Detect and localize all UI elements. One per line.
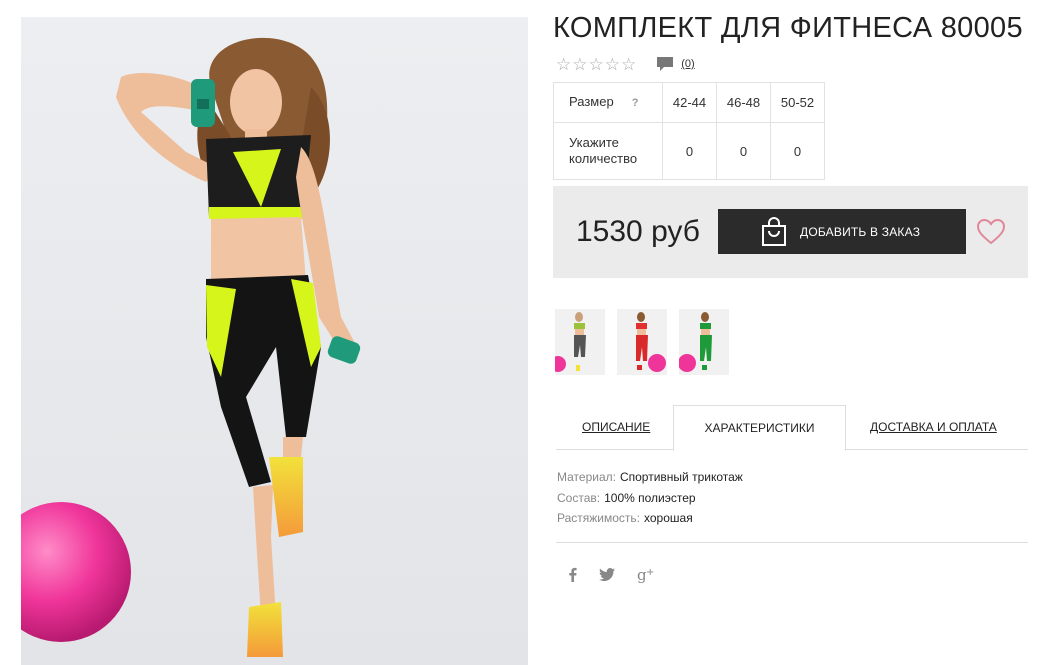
tab-delivery-payment[interactable]: ДОСТАВКА И ОПЛАТА [870, 405, 997, 450]
product-main-image[interactable] [21, 17, 528, 665]
star-icon[interactable]: ☆ [572, 56, 587, 73]
spec-key: Состав: [557, 490, 601, 505]
quantity-input[interactable]: 0 [716, 122, 771, 180]
size-option: 42-44 [662, 82, 717, 123]
heart-icon[interactable] [977, 219, 1005, 245]
tab-description[interactable]: ОПИСАНИЕ [582, 405, 650, 450]
size-label: Размер [569, 94, 614, 109]
model-photo-illustration [21, 37, 361, 657]
thumbnail-image [617, 309, 667, 375]
specs-list: Материал: Спортивный трикотаж Состав: 100%… [557, 467, 743, 529]
spec-row: Состав: 100% полиэстер [557, 488, 743, 509]
thumbnail-gallery [555, 309, 729, 375]
rating-stars[interactable]: ☆ ☆ ☆ ☆ ☆ [556, 56, 636, 73]
size-quantity-table: Размер? 42-44 46-48 50-52 Укажите количе… [553, 82, 825, 180]
size-option: 50-52 [770, 82, 825, 123]
size-help-icon[interactable]: ? [632, 95, 639, 111]
quantity-row: Укажите количество 0 0 0 [553, 122, 825, 180]
product-tabs: ОПИСАНИЕ ХАРАКТЕРИСТИКИ ДОСТАВКА И ОПЛАТ… [556, 405, 1028, 451]
star-icon[interactable]: ☆ [621, 56, 636, 73]
spec-row: Растяжимость: хорошая [557, 508, 743, 529]
star-icon[interactable]: ☆ [556, 56, 571, 73]
shopping-bag-icon [762, 216, 786, 246]
svg-text:+: + [646, 567, 654, 578]
thumbnail-image [679, 309, 729, 375]
spec-key: Материал: [557, 470, 616, 484]
spec-value: Спортивный трикотаж [619, 470, 743, 484]
social-share-bar: g + [569, 566, 655, 583]
divider [556, 542, 1028, 543]
comment-icon [657, 57, 674, 71]
spec-key: Растяжимость: [557, 511, 641, 525]
quantity-input[interactable]: 0 [662, 122, 717, 180]
rating-row: ☆ ☆ ☆ ☆ ☆ (0) [556, 54, 695, 74]
spec-value: хорошая [644, 511, 693, 525]
add-to-order-label: ДОБАВИТЬ В ЗАКАЗ [800, 224, 921, 239]
quantity-input[interactable]: 0 [770, 122, 825, 180]
star-icon[interactable]: ☆ [605, 56, 620, 73]
star-icon[interactable]: ☆ [589, 56, 604, 73]
thumbnail-red-variant[interactable] [617, 309, 667, 375]
size-option: 46-48 [716, 82, 771, 123]
product-title: КОМПЛЕКТ ДЛЯ ФИТНЕСА 80005 [553, 12, 1023, 44]
buy-box: 1530 руб ДОБАВИТЬ В ЗАКАЗ [553, 186, 1028, 278]
spec-row: Материал: Спортивный трикотаж [557, 467, 743, 488]
thumbnail-grey-variant[interactable] [555, 309, 605, 375]
facebook-icon[interactable] [569, 567, 577, 582]
size-row: Размер? 42-44 46-48 50-52 [553, 82, 825, 123]
review-count-link[interactable]: (0) [681, 58, 694, 70]
product-price: 1530 руб [576, 215, 700, 248]
thumbnail-image [555, 309, 605, 375]
add-to-order-button[interactable]: ДОБАВИТЬ В ЗАКАЗ [718, 209, 966, 254]
spec-value: 100% полиэстер [604, 490, 696, 505]
tab-characteristics[interactable]: ХАРАКТЕРИСТИКИ [673, 405, 846, 451]
google-plus-icon[interactable]: g + [637, 566, 655, 583]
size-label-cell: Размер? [553, 82, 663, 123]
twitter-icon[interactable] [599, 568, 615, 581]
quantity-label: Укажите количество [553, 122, 663, 180]
thumbnail-green-variant[interactable] [679, 309, 729, 375]
